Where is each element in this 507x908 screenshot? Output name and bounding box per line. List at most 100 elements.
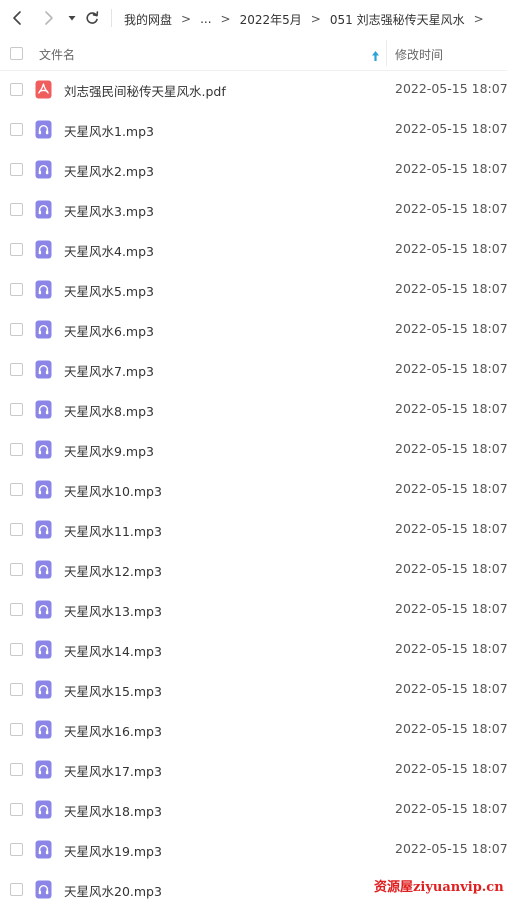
file-row[interactable]: 天星风水9.mp3 2022-05-15 18:07	[0, 430, 507, 470]
row-checkbox[interactable]	[10, 803, 23, 816]
row-checkbox[interactable]	[10, 643, 23, 656]
audio-file-icon	[35, 520, 52, 539]
file-row[interactable]: 天星风水19.mp3 2022-05-15 18:07	[0, 830, 507, 870]
audio-file-icon	[35, 560, 52, 579]
row-checkbox[interactable]	[10, 323, 23, 336]
file-name[interactable]: 天星风水19.mp3	[64, 841, 162, 860]
row-checkbox[interactable]	[10, 883, 23, 896]
row-checkbox[interactable]	[10, 403, 23, 416]
file-modified-time: 2022-05-15 18:07	[395, 561, 507, 576]
file-modified-time: 2022-05-15 18:07	[395, 801, 507, 816]
column-divider[interactable]	[386, 40, 387, 66]
file-name[interactable]: 天星风水6.mp3	[64, 321, 154, 340]
row-checkbox[interactable]	[10, 243, 23, 256]
row-checkbox[interactable]	[10, 683, 23, 696]
row-checkbox[interactable]	[10, 163, 23, 176]
column-header-modified[interactable]: 修改时间	[395, 46, 443, 63]
row-checkbox[interactable]	[10, 723, 23, 736]
file-name[interactable]: 天星风水2.mp3	[64, 161, 154, 180]
file-name[interactable]: 天星风水8.mp3	[64, 401, 154, 420]
forward-button[interactable]	[40, 9, 56, 27]
file-name[interactable]: 天星风水12.mp3	[64, 561, 162, 580]
pdf-icon	[35, 80, 52, 99]
audio-file-icon	[35, 440, 52, 459]
audio-file-icon	[35, 600, 52, 619]
audio-file-icon	[35, 840, 52, 859]
file-row[interactable]: 天星风水6.mp3 2022-05-15 18:07	[0, 310, 507, 350]
file-row[interactable]: 天星风水17.mp3 2022-05-15 18:07	[0, 750, 507, 790]
row-checkbox[interactable]	[10, 363, 23, 376]
file-row[interactable]: 天星风水8.mp3 2022-05-15 18:07	[0, 390, 507, 430]
file-name[interactable]: 天星风水1.mp3	[64, 121, 154, 140]
audio-file-icon	[35, 320, 52, 339]
file-row[interactable]: 天星风水1.mp3 2022-05-15 18:07	[0, 110, 507, 150]
chevron-left-icon	[13, 11, 21, 25]
file-row[interactable]: 刘志强民间秘传天星风水.pdf 2022-05-15 18:07	[0, 70, 507, 110]
sort-ascending-icon[interactable]	[371, 47, 380, 61]
file-name[interactable]: 天星风水20.mp3	[64, 881, 162, 900]
audio-file-icon	[35, 200, 52, 219]
select-all-checkbox[interactable]	[10, 47, 23, 60]
row-checkbox[interactable]	[10, 523, 23, 536]
breadcrumb-item-month[interactable]: 2022年5月	[240, 11, 302, 28]
file-name[interactable]: 天星风水17.mp3	[64, 761, 162, 780]
audio-file-icon	[35, 240, 52, 259]
file-name[interactable]: 天星风水9.mp3	[64, 441, 154, 460]
row-checkbox[interactable]	[10, 563, 23, 576]
file-name[interactable]: 天星风水3.mp3	[64, 201, 154, 220]
file-row[interactable]: 天星风水15.mp3 2022-05-15 18:07	[0, 670, 507, 710]
file-row[interactable]: 天星风水5.mp3 2022-05-15 18:07	[0, 270, 507, 310]
breadcrumb-item-root[interactable]: 我的网盘	[124, 11, 172, 28]
row-checkbox[interactable]	[10, 483, 23, 496]
file-name[interactable]: 天星风水15.mp3	[64, 681, 162, 700]
file-row[interactable]: 天星风水13.mp3 2022-05-15 18:07	[0, 590, 507, 630]
breadcrumb: 我的网盘 > ... > 2022年5月 > 051 刘志强秘传天星风水 >	[124, 10, 493, 28]
file-row[interactable]: 天星风水12.mp3 2022-05-15 18:07	[0, 550, 507, 590]
row-checkbox[interactable]	[10, 123, 23, 136]
audio-file-icon	[35, 280, 52, 299]
file-name[interactable]: 天星风水7.mp3	[64, 361, 154, 380]
file-modified-time: 2022-05-15 18:07	[395, 281, 507, 296]
file-row[interactable]: 天星风水2.mp3 2022-05-15 18:07	[0, 150, 507, 190]
file-name[interactable]: 天星风水10.mp3	[64, 481, 162, 500]
row-checkbox[interactable]	[10, 443, 23, 456]
file-name[interactable]: 天星风水14.mp3	[64, 641, 162, 660]
breadcrumb-separator: >	[473, 12, 484, 26]
file-row[interactable]: 天星风水3.mp3 2022-05-15 18:07	[0, 190, 507, 230]
file-name[interactable]: 天星风水18.mp3	[64, 801, 162, 820]
file-name[interactable]: 天星风水11.mp3	[64, 521, 162, 540]
toolbar-divider	[111, 9, 112, 27]
column-header-name[interactable]: 文件名	[39, 46, 75, 63]
file-name[interactable]: 天星风水5.mp3	[64, 281, 154, 300]
file-modified-time: 2022-05-15 18:07	[395, 521, 507, 536]
row-checkbox[interactable]	[10, 283, 23, 296]
file-row[interactable]: 天星风水18.mp3 2022-05-15 18:07	[0, 790, 507, 830]
file-modified-time: 2022-05-15 18:07	[395, 401, 507, 416]
breadcrumb-item-collapsed[interactable]: ...	[200, 12, 211, 26]
file-row[interactable]: 天星风水11.mp3 2022-05-15 18:07	[0, 510, 507, 550]
audio-file-icon	[35, 800, 52, 819]
file-modified-time: 2022-05-15 18:07	[395, 241, 507, 256]
file-row[interactable]: 天星风水14.mp3 2022-05-15 18:07	[0, 630, 507, 670]
row-checkbox[interactable]	[10, 763, 23, 776]
row-checkbox[interactable]	[10, 843, 23, 856]
row-checkbox[interactable]	[10, 603, 23, 616]
file-name[interactable]: 天星风水16.mp3	[64, 721, 162, 740]
row-checkbox[interactable]	[10, 83, 23, 96]
refresh-button[interactable]	[84, 9, 100, 27]
file-name[interactable]: 刘志强民间秘传天星风水.pdf	[64, 81, 226, 100]
file-modified-time: 2022-05-15 18:07	[395, 721, 507, 736]
back-button[interactable]	[10, 9, 26, 27]
breadcrumb-item-current[interactable]: 051 刘志强秘传天星风水	[330, 11, 465, 28]
breadcrumb-separator: >	[181, 12, 192, 26]
file-name[interactable]: 天星风水4.mp3	[64, 241, 154, 260]
row-checkbox[interactable]	[10, 203, 23, 216]
file-name[interactable]: 天星风水13.mp3	[64, 601, 162, 620]
file-modified-time: 2022-05-15 18:07	[395, 641, 507, 656]
audio-file-icon	[35, 120, 52, 139]
history-dropdown-button[interactable]	[67, 12, 77, 24]
file-row[interactable]: 天星风水4.mp3 2022-05-15 18:07	[0, 230, 507, 270]
file-row[interactable]: 天星风水7.mp3 2022-05-15 18:07	[0, 350, 507, 390]
file-row[interactable]: 天星风水16.mp3 2022-05-15 18:07	[0, 710, 507, 750]
file-row[interactable]: 天星风水10.mp3 2022-05-15 18:07	[0, 470, 507, 510]
